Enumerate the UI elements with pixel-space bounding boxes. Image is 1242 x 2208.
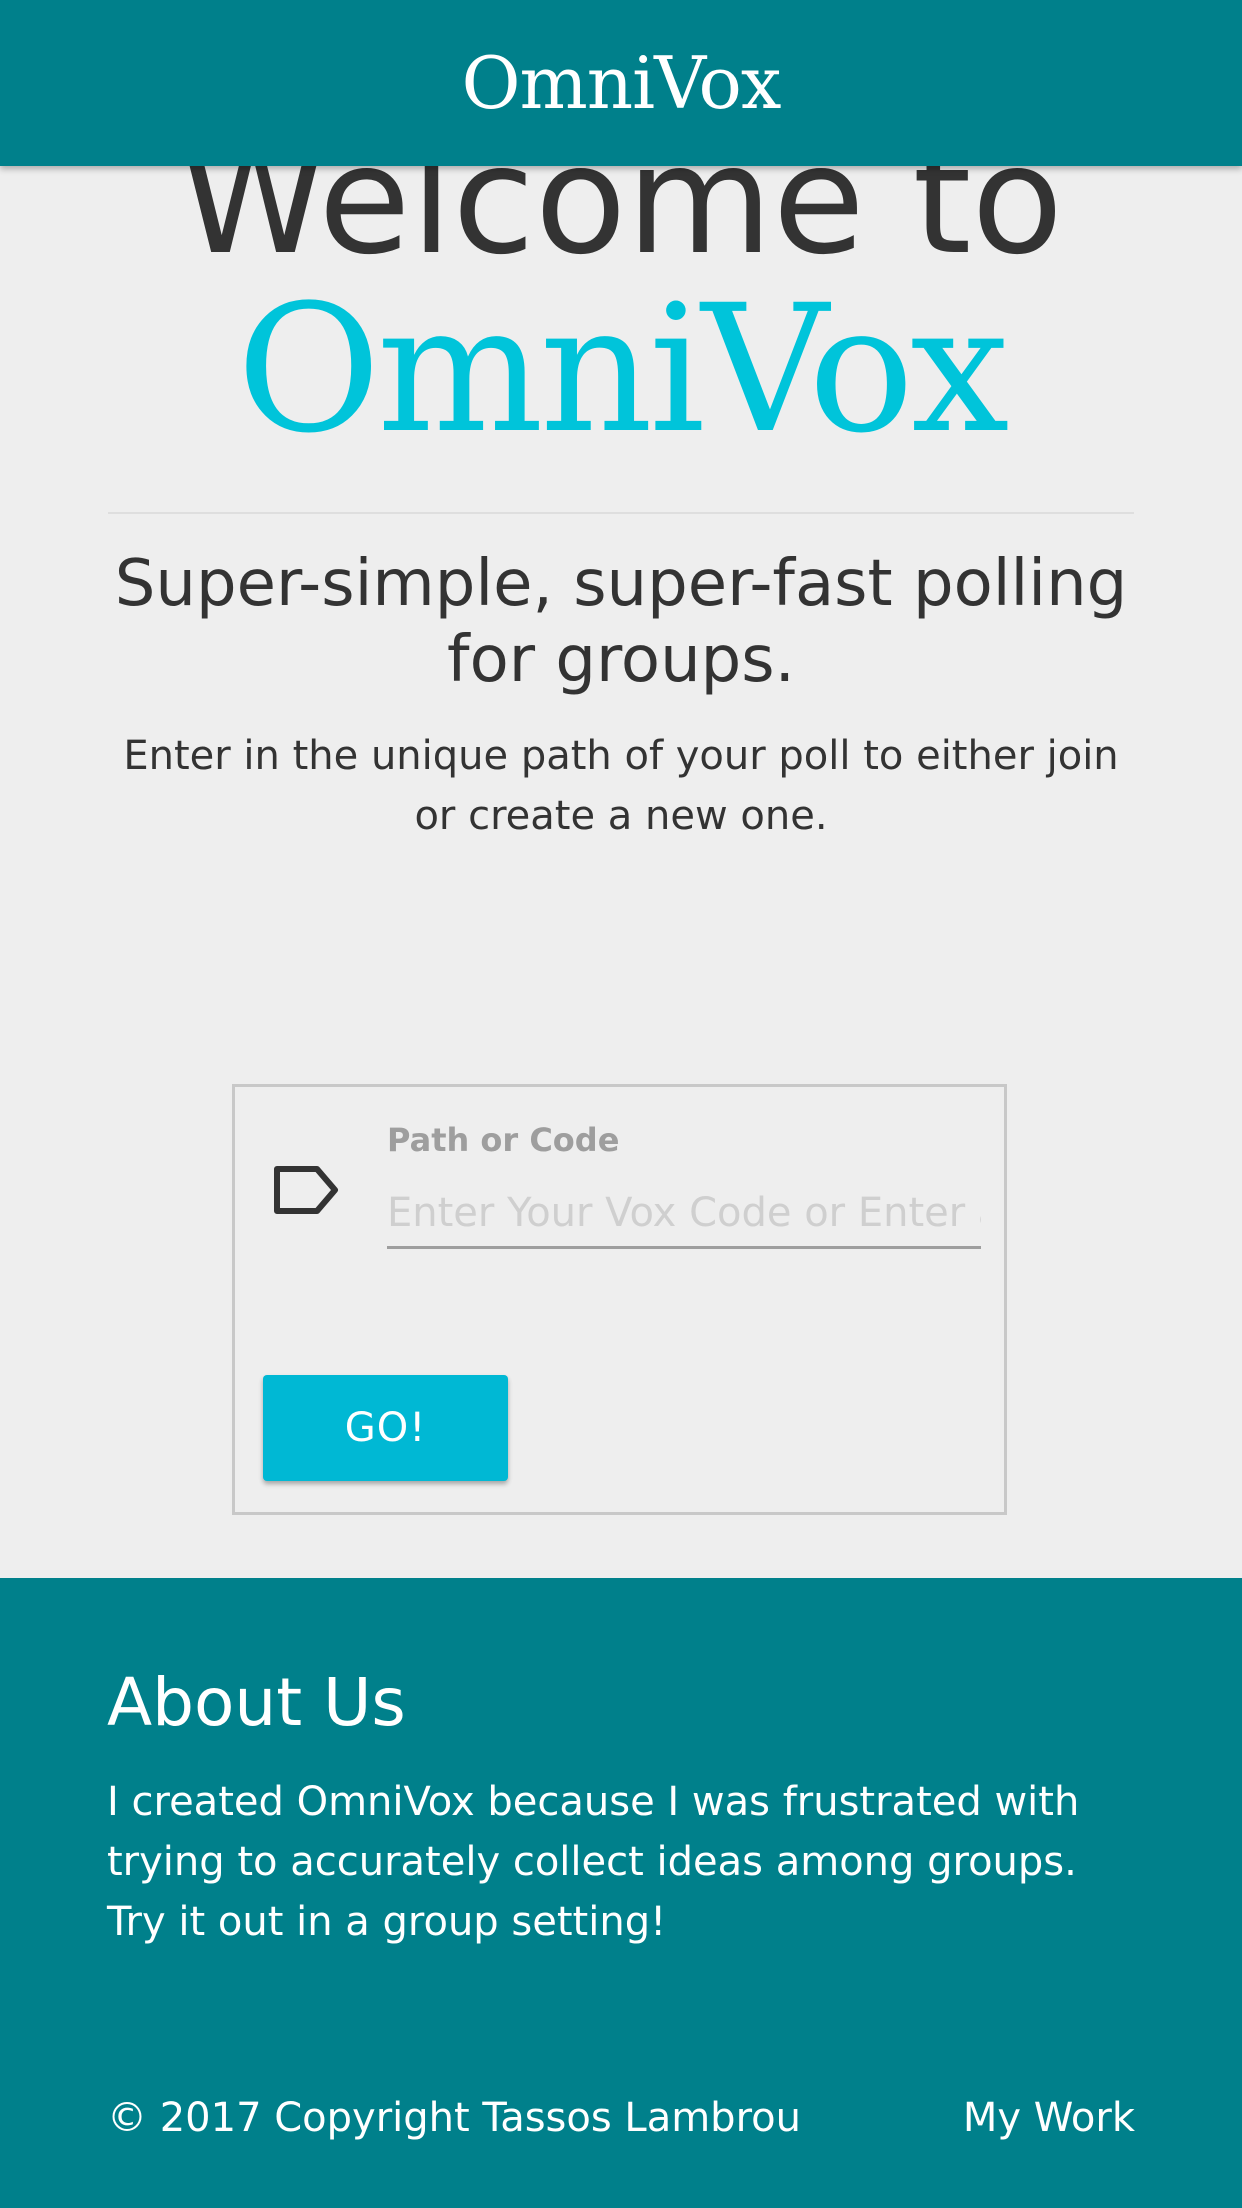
top-app-bar: OmniVox bbox=[0, 0, 1242, 166]
about-us-text: I created OmniVox because I was frustrat… bbox=[107, 1779, 1080, 1945]
instructions-text: Enter in the unique path of your poll to… bbox=[123, 733, 1119, 839]
path-or-code-input[interactable] bbox=[387, 1179, 981, 1249]
section-divider bbox=[108, 512, 1134, 514]
brand-logo-link[interactable]: OmniVox bbox=[461, 47, 781, 119]
path-field-label: Path or Code bbox=[387, 1121, 620, 1159]
my-work-link[interactable]: My Work bbox=[963, 2098, 1135, 2138]
about-us-heading: About Us bbox=[107, 1664, 406, 1741]
copyright-text: © 2017 Copyright Tassos Lambrou bbox=[107, 2095, 801, 2141]
join-poll-form: Path or Code GO! bbox=[232, 1084, 1007, 1515]
page-footer: About Us I created OmniVox because I was… bbox=[0, 1578, 1242, 2208]
tag-icon bbox=[274, 1166, 338, 1214]
tagline: Super-simple, super-fast polling for gro… bbox=[114, 547, 1128, 697]
welcome-brand-name: OmniVox bbox=[236, 267, 1010, 472]
go-button[interactable]: GO! bbox=[263, 1375, 508, 1481]
